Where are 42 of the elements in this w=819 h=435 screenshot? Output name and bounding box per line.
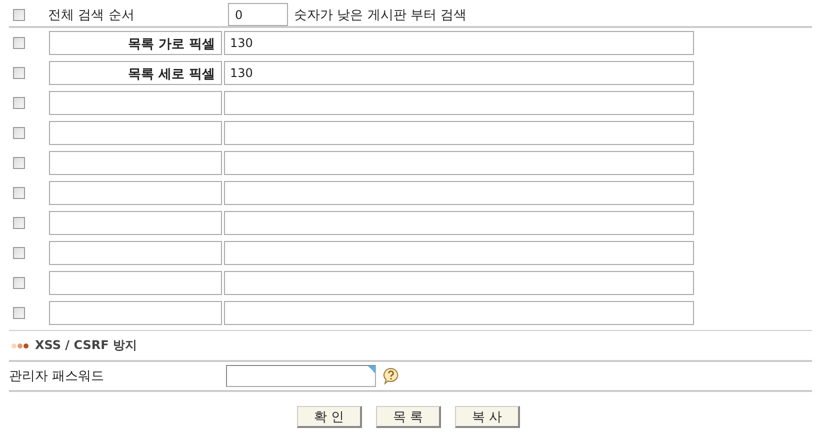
checkbox[interactable] — [13, 307, 25, 319]
help-icon[interactable] — [382, 367, 400, 385]
action-button[interactable]: 확 인 — [297, 406, 362, 428]
checkbox[interactable] — [13, 37, 25, 49]
label-field[interactable] — [49, 301, 222, 325]
label-field[interactable]: 목록 가로 픽셀 — [49, 31, 222, 55]
checkbox[interactable] — [13, 187, 25, 199]
checkbox[interactable] — [13, 247, 25, 259]
checkbox[interactable] — [13, 67, 25, 79]
label-field[interactable] — [49, 91, 222, 115]
value-field[interactable] — [224, 151, 694, 175]
label-field[interactable] — [49, 181, 222, 205]
label-field[interactable] — [49, 271, 222, 295]
action-button[interactable]: 복 사 — [455, 406, 520, 428]
checkbox[interactable] — [13, 97, 25, 109]
value-field[interactable] — [224, 121, 694, 145]
value-field[interactable] — [224, 211, 694, 235]
value-field[interactable] — [224, 91, 694, 115]
label-field[interactable]: 목록 세로 픽셀 — [49, 61, 222, 85]
order-input[interactable]: 0 — [228, 3, 288, 26]
password-field[interactable] — [226, 365, 376, 387]
checkbox[interactable] — [13, 277, 25, 289]
value-field[interactable]: 130 — [224, 61, 694, 85]
value-field[interactable] — [224, 181, 694, 205]
dots-icon — [11, 342, 29, 348]
value-field[interactable] — [224, 241, 694, 265]
field-label: 관리자 패스워드 — [9, 368, 106, 385]
action-button[interactable]: 목 록 — [376, 406, 441, 428]
checkbox[interactable] — [13, 217, 25, 229]
value-field[interactable] — [224, 301, 694, 325]
section-title: XSS / CSRF 방지 — [35, 337, 138, 354]
checkbox[interactable] — [13, 127, 25, 139]
label-field[interactable] — [49, 121, 222, 145]
label-field[interactable] — [49, 211, 222, 235]
checkbox[interactable] — [13, 8, 25, 20]
field-label: 전체 검색 순서 — [48, 6, 136, 24]
checkbox[interactable] — [13, 157, 25, 169]
label-field[interactable] — [49, 241, 222, 265]
value-field[interactable]: 130 — [224, 31, 694, 55]
hint-text: 숫자가 낮은 게시판 부터 검색 — [294, 6, 467, 24]
value-field[interactable] — [224, 271, 694, 295]
label-field[interactable] — [49, 151, 222, 175]
